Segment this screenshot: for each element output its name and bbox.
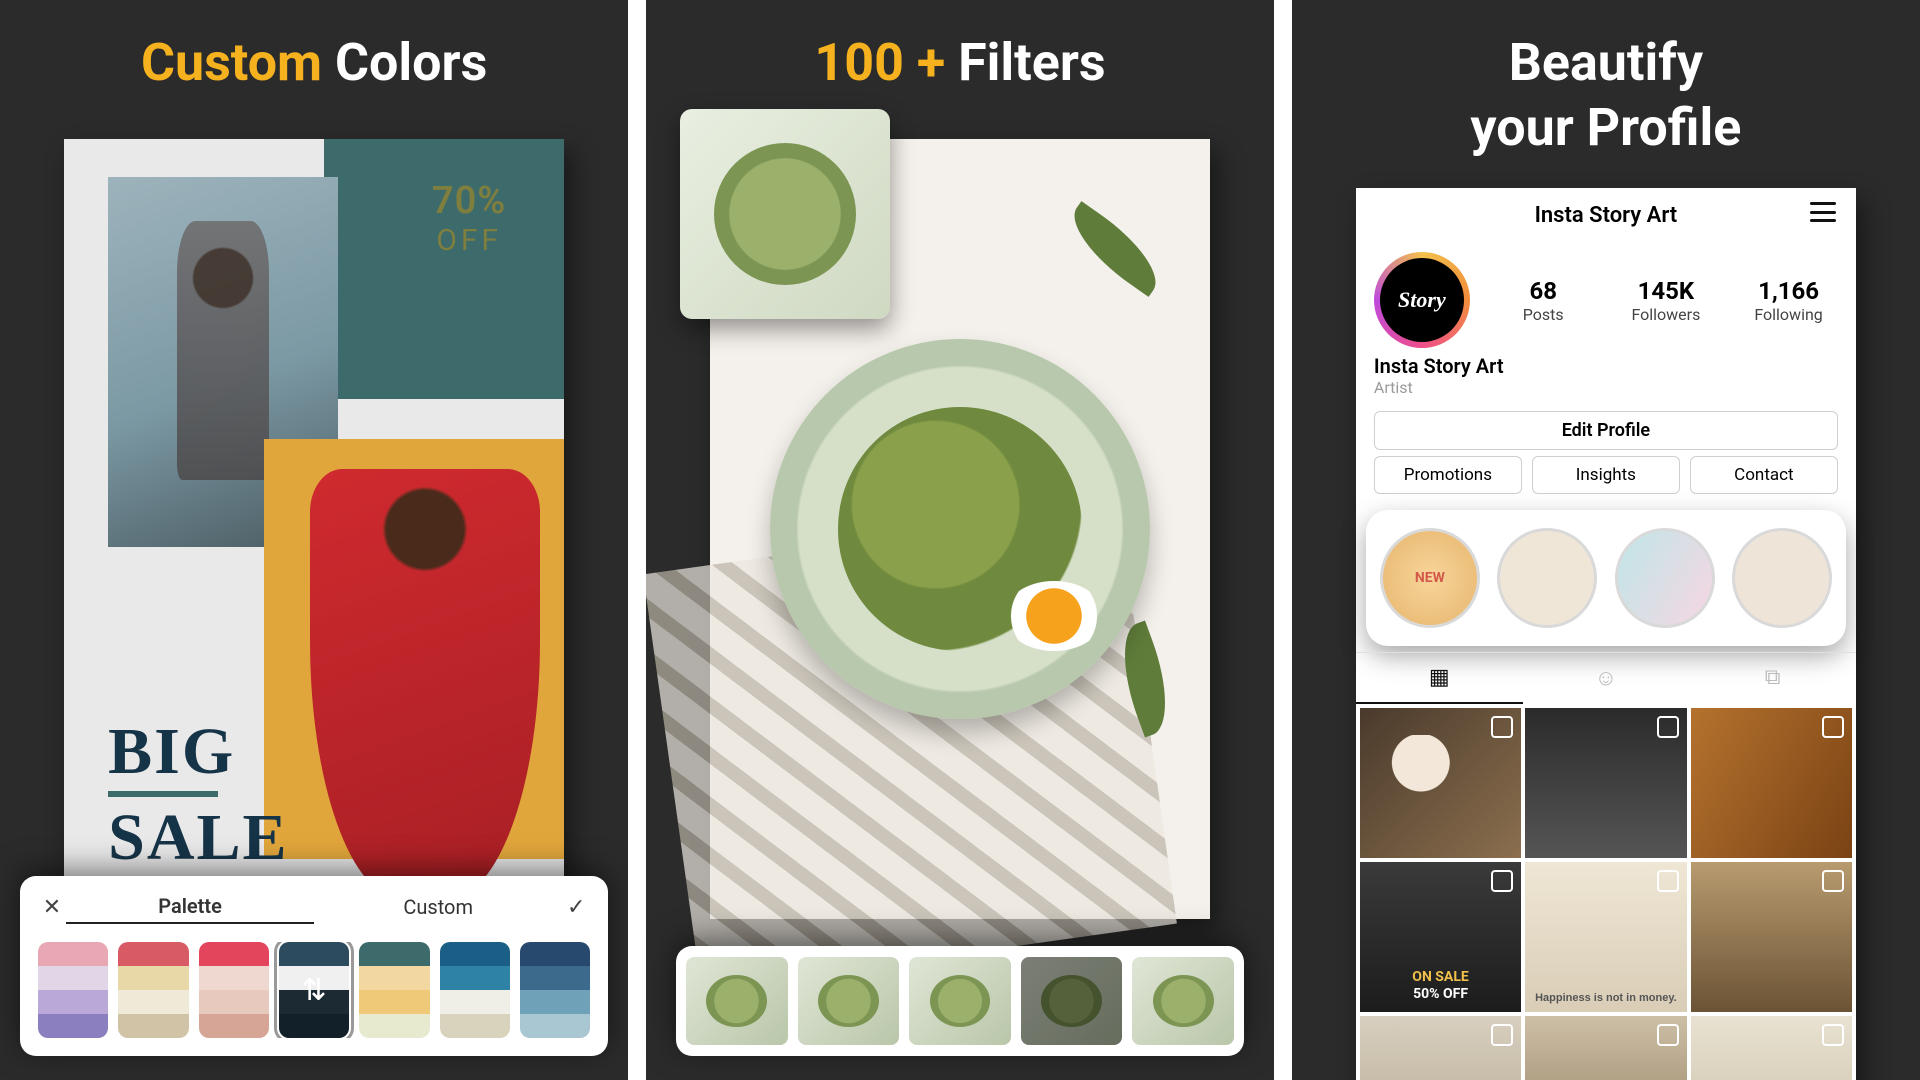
palette-sheet: ✕ Palette Custom ✓ bbox=[20, 876, 608, 1056]
menu-icon[interactable] bbox=[1810, 202, 1836, 222]
grid-item[interactable] bbox=[1691, 1016, 1852, 1080]
profile-stats-row: Story 68Posts 145KFollowers 1,166Followi… bbox=[1356, 242, 1856, 354]
headline-1: Custom Colors bbox=[141, 30, 487, 95]
tagged-icon[interactable]: ⧉ bbox=[1689, 653, 1856, 704]
panel-custom-colors: Custom Colors 70% OFF BIG SALE ✕ Palette… bbox=[0, 0, 628, 1080]
palette-swatch[interactable] bbox=[279, 942, 349, 1038]
discount-off: OFF bbox=[404, 223, 534, 258]
headline-rest: Filters bbox=[945, 32, 1105, 93]
tab-palette[interactable]: Palette bbox=[66, 890, 314, 924]
filter-preview-popout bbox=[680, 109, 890, 319]
bg-block-teal bbox=[324, 139, 564, 399]
palette-swatch[interactable] bbox=[118, 942, 188, 1038]
filter-thumbnail[interactable] bbox=[1132, 957, 1234, 1045]
grid-item[interactable] bbox=[1360, 1016, 1521, 1080]
tab-custom[interactable]: Custom bbox=[314, 891, 562, 923]
grid-item[interactable] bbox=[1691, 862, 1852, 1012]
avatar: Story bbox=[1380, 258, 1464, 342]
palette-swatch[interactable] bbox=[38, 942, 108, 1038]
confirm-icon[interactable]: ✓ bbox=[562, 895, 590, 920]
contact-button[interactable]: Contact bbox=[1690, 456, 1838, 494]
grid-item[interactable] bbox=[1525, 708, 1686, 858]
highlight-item[interactable] bbox=[1615, 528, 1715, 628]
headline-2: 100 + Filters bbox=[814, 30, 1105, 95]
highlights-card: NEW bbox=[1366, 510, 1846, 646]
headline-3: Beautify your Profile bbox=[1470, 30, 1741, 160]
grid-icon[interactable]: ▦ bbox=[1356, 653, 1523, 704]
text-sale: SALE bbox=[108, 805, 288, 871]
discount-percent: 70% bbox=[404, 179, 534, 223]
filter-thumbnail[interactable] bbox=[1021, 957, 1123, 1045]
grid-item[interactable]: TREAT YO' SELF. bbox=[1525, 1016, 1686, 1080]
panel-beautify-profile: Beautify your Profile Insta Story Art St… bbox=[1292, 0, 1920, 1080]
grid-item[interactable]: ON SALE50% OFF bbox=[1360, 862, 1521, 1012]
edit-profile-button[interactable]: Edit Profile bbox=[1374, 411, 1838, 450]
leaf-icon bbox=[1058, 201, 1171, 297]
profile-title: Insta Story Art bbox=[1535, 203, 1678, 228]
palette-swatch[interactable] bbox=[359, 942, 429, 1038]
grid-item[interactable] bbox=[1691, 708, 1852, 858]
grid-item[interactable] bbox=[1360, 708, 1521, 858]
filter-thumbnail[interactable] bbox=[686, 957, 788, 1045]
highlight-item[interactable] bbox=[1732, 528, 1832, 628]
palette-swatch[interactable] bbox=[199, 942, 269, 1038]
close-icon[interactable]: ✕ bbox=[38, 895, 66, 920]
insights-button[interactable]: Insights bbox=[1532, 456, 1680, 494]
avatar-ring[interactable]: Story bbox=[1374, 252, 1470, 348]
profile-tabs: ▦ ☺ ⧉ bbox=[1356, 652, 1856, 704]
headline-rest: Colors bbox=[322, 32, 487, 93]
highlight-new[interactable]: NEW bbox=[1380, 528, 1480, 628]
discount-badge: 70% OFF bbox=[404, 179, 534, 258]
panel-filters: 100 + Filters bbox=[646, 0, 1274, 1080]
palette-swatch[interactable] bbox=[440, 942, 510, 1038]
filter-thumbnail[interactable] bbox=[798, 957, 900, 1045]
stat-posts[interactable]: 68Posts bbox=[1494, 277, 1593, 324]
highlight-item[interactable] bbox=[1497, 528, 1597, 628]
category-label: Artist bbox=[1356, 378, 1856, 405]
grid-item[interactable]: Happiness is not in money. bbox=[1525, 862, 1686, 1012]
food-plate bbox=[770, 339, 1150, 719]
palette-swatch[interactable] bbox=[520, 942, 590, 1038]
swatch-row bbox=[38, 942, 590, 1038]
stat-followers[interactable]: 145KFollowers bbox=[1617, 277, 1716, 324]
promotions-button[interactable]: Promotions bbox=[1374, 456, 1522, 494]
headline-line1: Beautify bbox=[1470, 30, 1741, 95]
headline-accent: Custom bbox=[141, 32, 322, 93]
profile-grid: ON SALE50% OFF Happiness is not in money… bbox=[1356, 704, 1856, 1080]
photo-woman bbox=[310, 469, 540, 899]
profile-header: Insta Story Art bbox=[1356, 188, 1856, 242]
headline-line2: your Profile bbox=[1470, 95, 1741, 160]
profile-action-row: Promotions Insights Contact bbox=[1356, 456, 1856, 504]
filter-thumbnail[interactable] bbox=[909, 957, 1011, 1045]
profile-mock: Insta Story Art Story 68Posts 145KFollow… bbox=[1356, 188, 1856, 1080]
filter-canvas[interactable] bbox=[710, 139, 1210, 919]
divider-accent bbox=[108, 791, 218, 797]
filter-strip bbox=[676, 946, 1244, 1056]
stat-following[interactable]: 1,166Following bbox=[1739, 277, 1838, 324]
emoji-icon[interactable]: ☺ bbox=[1523, 653, 1690, 704]
palette-tabs: ✕ Palette Custom ✓ bbox=[38, 890, 590, 924]
story-canvas[interactable]: 70% OFF BIG SALE bbox=[64, 139, 564, 919]
display-name: Insta Story Art bbox=[1356, 354, 1856, 378]
headline-accent: 100 + bbox=[814, 32, 945, 93]
text-big: BIG bbox=[108, 719, 235, 785]
